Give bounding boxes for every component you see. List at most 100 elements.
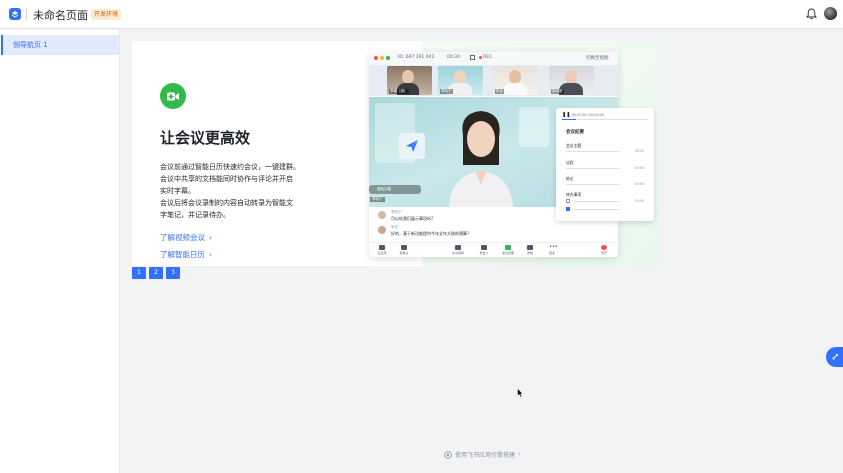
chevron-right-icon: › [209, 250, 212, 259]
notes-section-label: 待办事项 [566, 192, 582, 197]
camera-button: 摄像头 [394, 245, 414, 255]
footer-text: 使用飞书应用引擎搭建 [455, 452, 516, 459]
page-title: 未命名页面 [33, 9, 88, 22]
desc-line: 会议中共享的文档能同时协作与评论并开启 [160, 175, 293, 183]
notes-title: 会议纪要 [566, 130, 584, 135]
share-screen-button: 共享屏幕 [448, 245, 468, 255]
link-label: 了解智能日历 [160, 250, 205, 259]
notes-section-time: 00:00 [635, 182, 645, 186]
progress-track [562, 119, 648, 120]
chat-name: 李晓宁 [391, 210, 402, 214]
env-badge: 开发环境 [91, 9, 122, 20]
record-dot-icon [479, 56, 482, 59]
participant-thumb: 李晓宁 [438, 66, 483, 95]
meeting-title-bar: ID: 697 391 042 00:34 REC 切换至视图 [369, 52, 618, 65]
notes-line [566, 151, 620, 152]
paper-plane-icon [399, 133, 425, 159]
desc-line: 字笔记，并记录待办。 [160, 211, 230, 219]
microphone-icon [379, 245, 385, 250]
participant-thumb: 张佳 [493, 66, 538, 95]
layout-button: 切换至视图 [586, 56, 609, 61]
notes-icon [505, 245, 511, 250]
participant-name: 李晓宁 [440, 89, 453, 94]
notes-section-time: 00:00 [635, 166, 645, 170]
notes-line [566, 168, 620, 169]
notes-line [574, 209, 620, 210]
desc-line: 实时字幕。 [160, 187, 195, 195]
participant-strip: 李曦（我） 李晓宁 张佳 张晓妍 [369, 65, 618, 96]
notes-button: 会议纪要 [498, 245, 518, 255]
hangup-icon [601, 245, 607, 250]
subtitle-search-input: 搜索字幕 [369, 185, 421, 194]
app-logo-icon[interactable] [9, 8, 21, 20]
participants-button: 参会人 [474, 245, 494, 255]
bell-icon[interactable] [806, 8, 817, 20]
desc-line: 会议后将会议录制的内容自动转录为智能文 [160, 199, 293, 207]
decor-shape [519, 107, 549, 147]
share-icon [470, 55, 475, 60]
meeting-id: ID: 697 391 042 [398, 55, 435, 60]
sidebar-item-page-1[interactable]: 侧导航页 1 [1, 35, 119, 55]
banner-headline: 让会议更高效 [160, 129, 251, 147]
avatar [378, 226, 386, 234]
pagination-page-3[interactable]: 3 [166, 267, 180, 279]
floating-help-button[interactable] [826, 347, 843, 367]
notes-section-time: 00:00 [635, 199, 645, 203]
speaker-video [449, 111, 513, 207]
notes-section-label: 结论 [566, 176, 574, 181]
engine-logo-icon [444, 450, 452, 459]
more-button: ••• 更多 [548, 244, 558, 256]
mic-button: 麦克风 [372, 245, 392, 255]
link-label: 了解视频会议 [160, 233, 205, 242]
footer[interactable]: 使用飞书应用引擎搭建 › [444, 450, 520, 459]
notes-section-time: 00:00 [635, 149, 645, 153]
notes-section-label: 议程 [566, 160, 574, 165]
pagination-page-2[interactable]: 2 [149, 267, 163, 279]
banner-description: 会议前通过智能日历快速约会议，一键建群。 会议中共享的文档能同时协作与评论并开启… [160, 161, 310, 221]
participant-name: 李曦（我） [389, 89, 409, 94]
link-video-meeting[interactable]: 了解视频会议 › [160, 232, 212, 243]
rocket-icon [831, 354, 838, 360]
desc-line: 会议前通过智能日历快速约会议，一键建群。 [160, 163, 300, 171]
more-dots-icon: ••• [549, 244, 558, 250]
playback-time: 00:07:00 / 00:52:00 [572, 113, 604, 117]
window-minimize-icon [380, 56, 384, 60]
pagination-page-1[interactable]: 1 [132, 267, 146, 279]
meeting-timer: 00:34 [447, 55, 460, 60]
checkbox-icon [566, 199, 570, 203]
checkbox-checked-icon [566, 207, 570, 211]
user-avatar[interactable] [824, 7, 837, 20]
meeting-notes-panel: ❚❚ 00:07:00 / 00:52:00 会议纪要 会议主题 00:00 议… [556, 108, 654, 221]
record-button: 录制 [520, 245, 540, 255]
chat-message: 可以给我们展示事项吗? [391, 216, 434, 221]
camera-icon [401, 245, 407, 250]
pause-icon: ❚❚ [562, 112, 571, 118]
meeting-toolbar: 麦克风 摄像头 共享屏幕 参会人 会议纪要 录制 ••• 更多 离开 [369, 242, 618, 257]
window-close-icon [374, 56, 378, 60]
mouse-cursor-icon [517, 388, 524, 398]
top-bar: 未命名页面 开发环境 [0, 0, 843, 29]
screen-share-icon [455, 245, 461, 250]
notes-line [574, 201, 620, 202]
sidebar: 侧导航页 1 [0, 30, 120, 473]
chevron-right-icon: › [518, 451, 521, 458]
notes-line [566, 184, 620, 185]
avatar [378, 211, 386, 219]
window-maximize-icon [386, 56, 390, 60]
video-camera-icon [160, 83, 186, 109]
participant-name: 张佳 [495, 89, 504, 94]
participant-thumb: 李曦（我） [387, 66, 432, 95]
speaker-tag: 李晓宁 [370, 197, 385, 202]
notes-section-label: 会议主题 [566, 143, 582, 148]
participant-name: 张晓妍 [551, 89, 564, 94]
chevron-right-icon: › [209, 233, 212, 242]
people-icon [481, 245, 487, 250]
rec-label: REC [483, 55, 493, 60]
chat-message: 好的，基于新功能提供今年全年大致的预算? [391, 231, 470, 236]
chat-name: 张佳 [391, 225, 398, 229]
participant-thumb: 张晓妍 [549, 66, 594, 95]
divider [26, 9, 27, 20]
link-smart-calendar[interactable]: 了解智能日历 › [160, 249, 212, 260]
record-icon [527, 245, 533, 250]
leave-button: 离开 [594, 245, 614, 255]
